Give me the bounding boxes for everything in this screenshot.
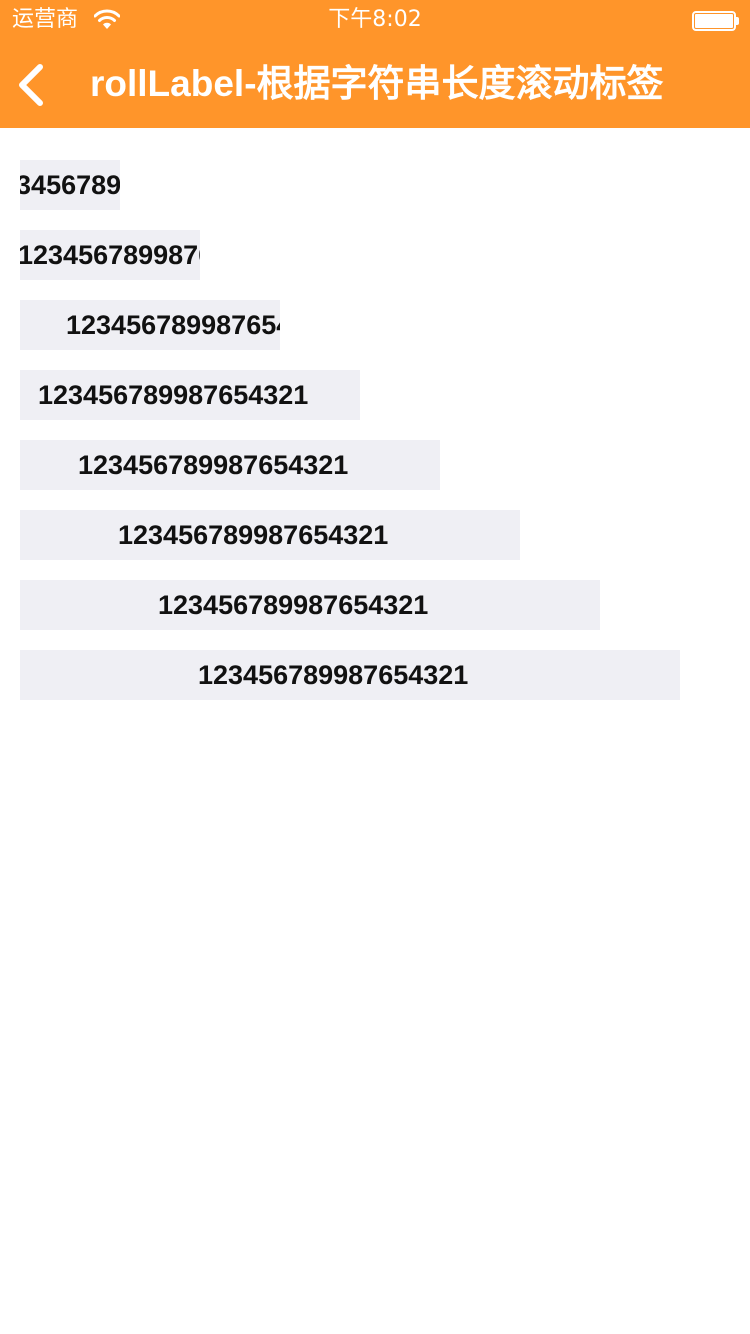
back-button[interactable] — [8, 58, 60, 110]
roll-label-text: 123456789987654321 — [20, 170, 120, 200]
roll-label-3: 123456789987654321 — [20, 300, 280, 350]
header: 运营商 下午8:02 rollLabel-根据字符串长度滚动标签 — [0, 0, 750, 128]
roll-label-text: 123456789987654321 — [198, 660, 469, 690]
roll-label-1: 123456789987654321 — [20, 160, 120, 210]
status-time: 下午8:02 — [328, 7, 422, 32]
roll-label-text: 123456789987654321 — [38, 380, 309, 410]
roll-label-5: 123456789987654321 — [20, 440, 440, 490]
roll-label-2: 123456789987654321 — [20, 230, 200, 280]
roll-label-6: 123456789987654321 — [20, 510, 520, 560]
roll-label-8: 123456789987654321 — [20, 650, 680, 700]
status-bar: 运营商 下午8:02 — [0, 0, 750, 40]
battery-level — [695, 14, 733, 28]
battery-icon — [692, 11, 739, 31]
roll-label-text: 123456789987654321 — [20, 240, 200, 270]
roll-label-7: 123456789987654321 — [20, 580, 600, 630]
roll-label-text: 123456789987654321 — [158, 590, 429, 620]
roll-label-text: 123456789987654321 — [66, 310, 280, 340]
navigation-bar: rollLabel-根据字符串长度滚动标签 — [0, 40, 750, 128]
roll-label-4: 123456789987654321 — [20, 370, 360, 420]
roll-label-text: 123456789987654321 — [118, 520, 389, 550]
battery-tip — [736, 17, 739, 25]
page-title: rollLabel-根据字符串长度滚动标签 — [90, 63, 664, 104]
chevron-left-icon — [19, 64, 43, 106]
roll-label-text: 123456789987654321 — [78, 450, 349, 480]
